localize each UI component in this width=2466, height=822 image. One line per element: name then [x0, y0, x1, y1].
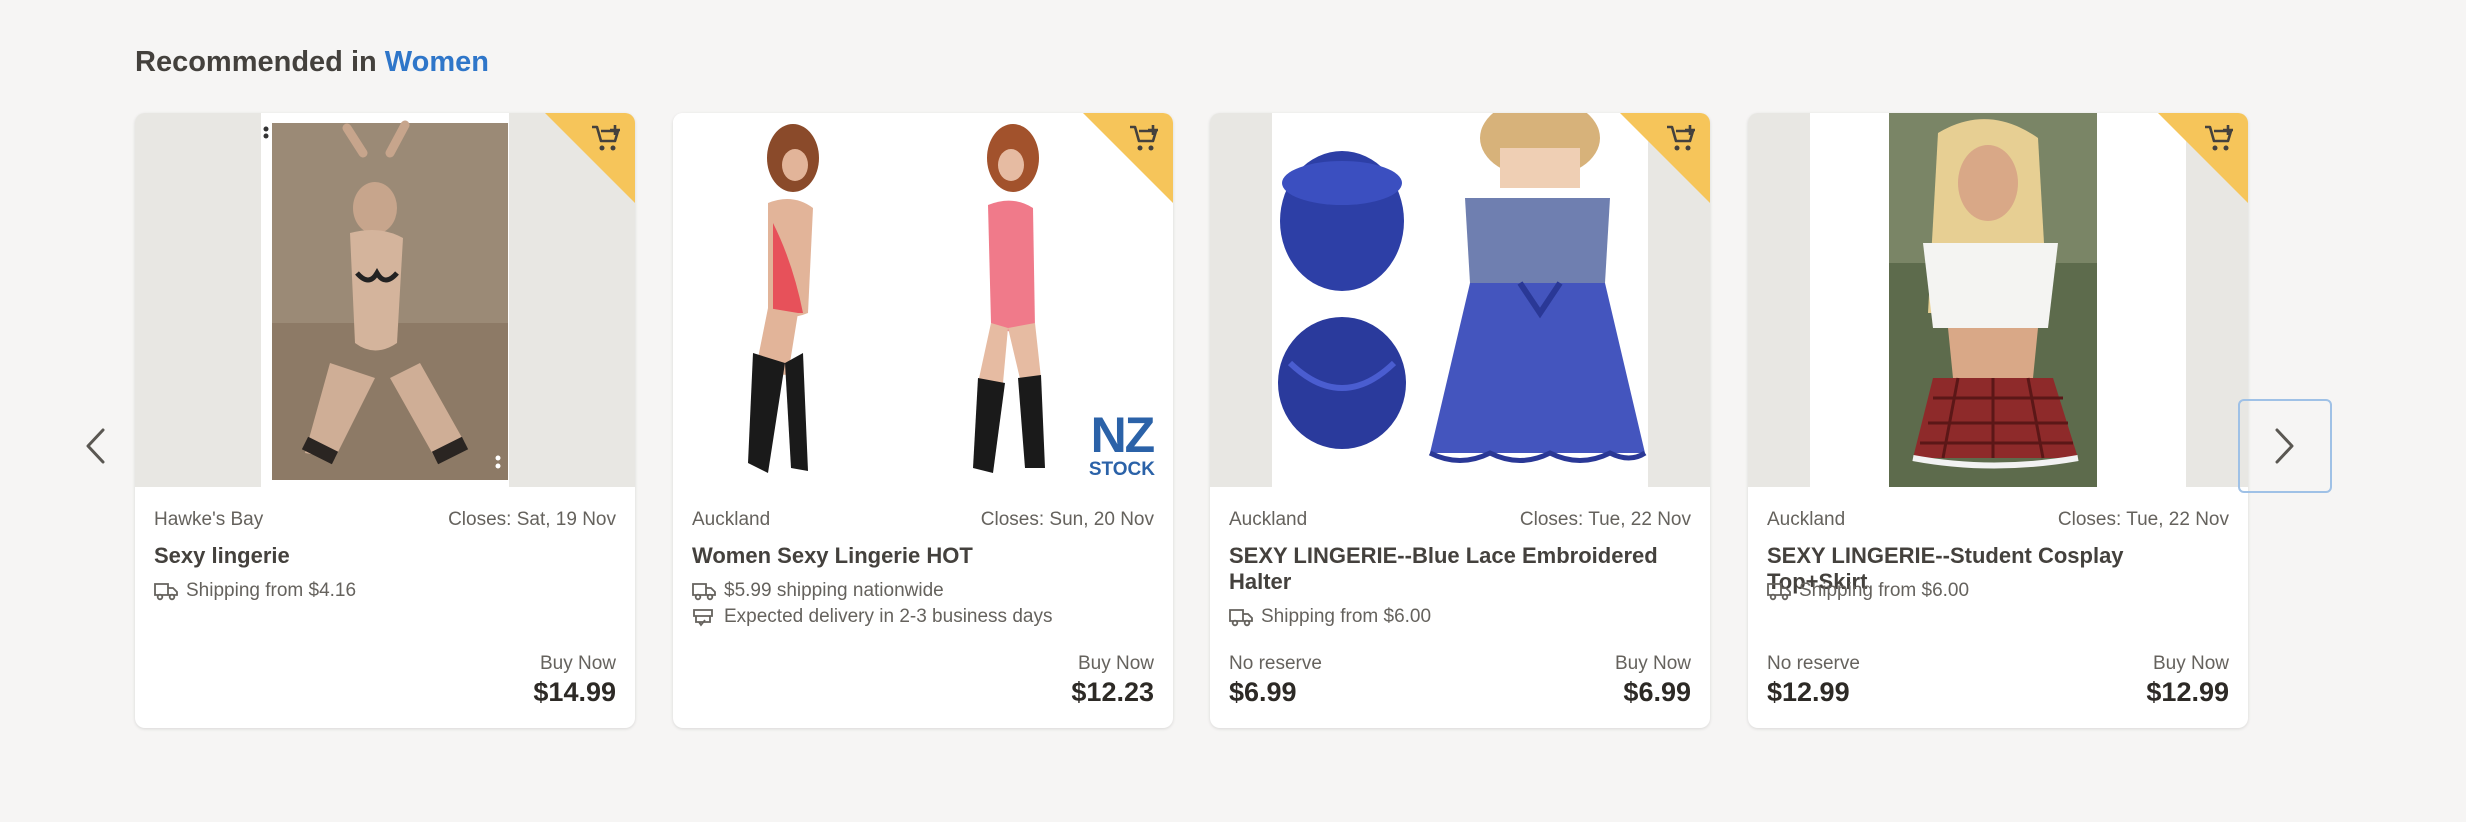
- buy-now-label: Buy Now: [1077, 653, 1154, 674]
- chevron-left-icon: [86, 428, 105, 464]
- carousel-next-button[interactable]: [2238, 399, 2332, 493]
- reserve-price: $6.99: [1229, 677, 1297, 707]
- buy-now-price: $6.99: [1623, 677, 1691, 707]
- listing-card[interactable]: Hawke's Bay Closes: Sat, 19 Nov Sexy lin…: [135, 113, 635, 728]
- listing-meta: Hawke's Bay Closes: Sat, 19 Nov: [154, 509, 616, 531]
- buy-now-price: $12.99: [2146, 677, 2229, 707]
- delivery-text: Expected delivery in 2-3 business days: [724, 606, 1053, 627]
- reserve-label: No reserve: [1767, 653, 1860, 674]
- carousel-prev-button[interactable]: [78, 418, 112, 474]
- listing-closes: Closes: Sun, 20 Nov: [980, 509, 1154, 530]
- listing-photo[interactable]: [1748, 113, 2248, 487]
- watchlist-add-icon: [592, 125, 620, 151]
- listing-card[interactable]: NZ STOCK Auckland Closes: Sun, 20 Nov Wo…: [673, 113, 1173, 728]
- shipping-info: $5.99 shipping nationwide: [692, 580, 1154, 602]
- listing-photo[interactable]: NZ STOCK: [673, 113, 1173, 487]
- listing-meta: Auckland Closes: Tue, 22 Nov: [1229, 509, 1691, 531]
- badge-top: NZ: [1090, 407, 1156, 463]
- listing-location: Auckland: [1229, 509, 1308, 530]
- section-heading: Recommended in Women: [135, 46, 489, 79]
- shipping-text: Shipping from $6.00: [1799, 580, 1970, 601]
- reserve-price-block: No reserve $12.99: [1767, 653, 1860, 708]
- badge-bottom: STOCK: [1088, 459, 1155, 480]
- section-heading-prefix: Recommended in: [135, 46, 385, 78]
- listing-card[interactable]: Auckland Closes: Tue, 22 Nov SEXY LINGER…: [1748, 113, 2248, 728]
- reserve-price-block: No reserve $6.99: [1229, 653, 1322, 708]
- listing-photo[interactable]: [135, 113, 635, 487]
- listing-meta: Auckland Closes: Tue, 22 Nov: [1767, 509, 2229, 531]
- buy-now-label: Buy Now: [1614, 653, 1691, 674]
- shipping-info: Shipping from $4.16: [154, 580, 616, 602]
- shipping-text: Shipping from $6.00: [1261, 606, 1432, 627]
- listing-closes: Closes: Tue, 22 Nov: [1519, 509, 1691, 530]
- listing-photo[interactable]: [1210, 113, 1710, 487]
- listing-meta: Auckland Closes: Sun, 20 Nov: [692, 509, 1154, 531]
- truck-icon: [1229, 609, 1253, 627]
- shipping-info: Shipping from $6.00: [1229, 606, 1691, 628]
- category-link[interactable]: Women: [385, 46, 489, 78]
- watchlist-add-icon: [1667, 125, 1695, 151]
- listing-image: [135, 113, 635, 487]
- delivery-cart-icon: [693, 609, 713, 627]
- buy-now-label: Buy Now: [2152, 653, 2229, 674]
- listing-card[interactable]: Auckland Closes: Tue, 22 Nov SEXY LINGER…: [1210, 113, 1710, 728]
- buy-now-price-block: Buy Now $12.99: [2146, 653, 2229, 708]
- listing-image: [1210, 113, 1710, 487]
- listing-image: [1748, 113, 2248, 487]
- watchlist-add-icon: [1130, 125, 1158, 151]
- listing-title[interactable]: Women Sexy Lingerie HOT: [692, 543, 1154, 569]
- listing-location: Auckland: [1767, 509, 1846, 530]
- buy-now-price-block: Buy Now $12.23: [1071, 653, 1154, 708]
- buy-now-price: $12.23: [1071, 677, 1154, 707]
- reserve-label: No reserve: [1229, 653, 1322, 674]
- watchlist-add-icon: [2205, 125, 2233, 151]
- shipping-info: Shipping from $6.00: [1767, 580, 2229, 602]
- chevron-right-icon: [2275, 428, 2294, 464]
- listing-closes: Closes: Tue, 22 Nov: [2057, 509, 2229, 530]
- buy-now-label: Buy Now: [539, 653, 616, 674]
- listing-location: Hawke's Bay: [154, 509, 264, 530]
- listing-closes: Closes: Sat, 19 Nov: [448, 509, 616, 530]
- shipping-text: $5.99 shipping nationwide: [724, 580, 944, 601]
- buy-now-price: $14.99: [533, 677, 616, 707]
- nz-stock-badge: NZ STOCK: [1089, 410, 1155, 479]
- truck-icon: [692, 583, 716, 601]
- shipping-text: Shipping from $4.16: [186, 580, 357, 601]
- truck-icon: [1767, 583, 1791, 601]
- listing-title[interactable]: Sexy lingerie: [154, 543, 616, 569]
- listing-location: Auckland: [692, 509, 771, 530]
- buy-now-price-block: Buy Now $6.99: [1615, 653, 1691, 708]
- reserve-price: $12.99: [1767, 677, 1850, 707]
- truck-icon: [154, 583, 178, 601]
- buy-now-price-block: Buy Now $14.99: [533, 653, 616, 708]
- delivery-info: Expected delivery in 2-3 business days: [692, 606, 1154, 628]
- listing-title[interactable]: SEXY LINGERIE--Blue Lace Embroidered Hal…: [1229, 543, 1691, 595]
